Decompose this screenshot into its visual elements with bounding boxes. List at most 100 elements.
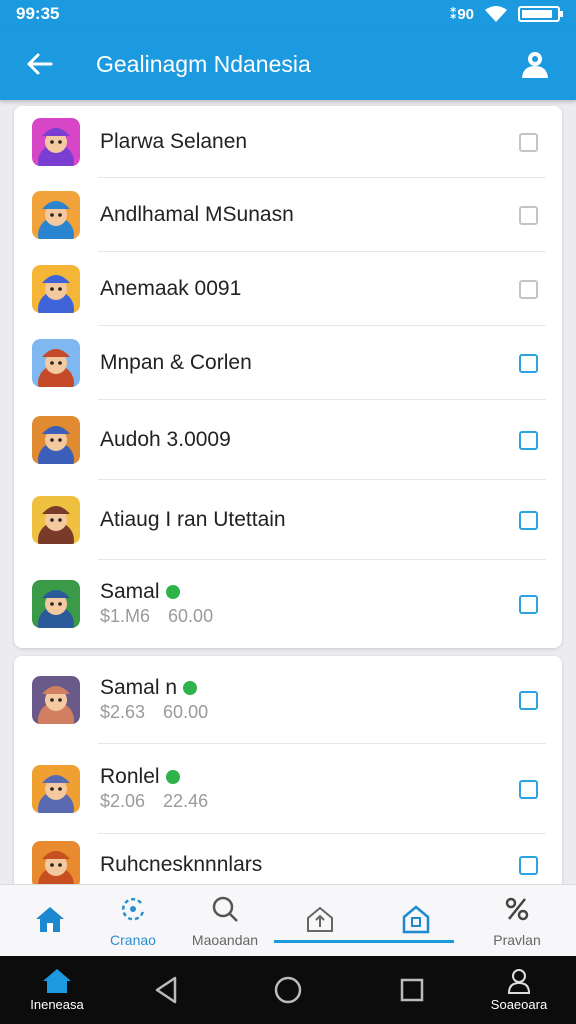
list-item-name-text: Audoh 3.0009 [100,428,231,451]
list-item-name-text: Samal [100,580,160,603]
game-thumbnail-icon [32,191,80,239]
nav-back-button[interactable] [146,956,186,1024]
list-item[interactable]: Ronlel $2.06 22.46 [14,744,562,834]
select-checkbox[interactable] [519,430,538,450]
list-item-name: Plarwa Selanen [100,130,502,154]
back-button[interactable] [24,49,54,79]
game-thumbnail-icon [32,841,80,889]
list-item-text: Samal $1.M6 60.00 [100,580,502,627]
price-secondary: 60.00 [163,702,209,722]
game-thumbnail-icon [32,580,80,628]
game-list-card-secondary: Samal n $2.63 60.00 Ronlel $2.06 22.46 Ruhcnes… [14,656,562,896]
game-thumbnail [32,118,80,166]
profile-button[interactable] [518,47,552,81]
verified-icon [165,585,180,600]
game-thumbnail-icon [32,339,80,387]
game-thumbnail-icon [32,265,80,313]
status-bar: 99:35 ⁑90 [0,0,576,28]
nav-recents-button[interactable] [392,956,432,1024]
upload-icon [305,905,335,938]
select-checkbox[interactable] [519,855,538,875]
app-bar: Gealinagm Ndanesia [0,28,576,100]
list-item-name-text: Atiaug I ran Utettain [100,508,286,531]
select-checkbox[interactable] [519,779,538,799]
verified-icon [183,681,198,696]
page-title: Gealinagm Ndanesia [96,50,311,77]
list-item-name-text: Andlhamal MSunasn [100,203,294,226]
home-icon [35,905,65,938]
battery-icon [518,6,563,22]
tab-search[interactable]: Maoandan [180,885,270,957]
list-item-name-text: Samal n [100,676,178,699]
list-item[interactable]: Andlhamal MSunasn [14,178,562,252]
game-list-card: Plarwa Selanen Andlhamal MSunasn Anemaak 0… [14,106,562,648]
price-value: $2.63 [100,702,146,722]
list-item[interactable]: Mnpan & Corlen [14,326,562,400]
game-thumbnail [32,841,80,889]
list-item-price: $2.06 22.46 [100,791,502,812]
verified-icon [165,770,180,785]
list-item-name-text: Mnpan & Corlen [100,351,252,374]
system-nav-bar: Ineneasa Soaeoara [0,956,576,1024]
nav-home-circle-button[interactable] [268,956,308,1024]
list-item[interactable]: Atiaug I ran Utettain [14,480,562,560]
game-thumbnail [32,265,80,313]
tab-label: Pravlan [493,931,541,948]
list-item-name: Mnpan & Corlen [100,351,502,375]
list-item-text: Ruhcnesknnnlars [100,853,502,877]
person-icon [507,969,531,994]
list-item[interactable]: Audoh 3.0009 [14,400,562,480]
status-icons: ⁑90 [449,5,563,23]
list-item-name: Ronlel [100,765,502,789]
tab-percent[interactable]: Pravlan [468,885,566,957]
game-thumbnail-icon [32,765,80,813]
list-item-text: Atiaug I ran Utettain [100,508,502,532]
wifi-icon [485,6,507,22]
select-checkbox[interactable] [519,205,538,225]
list-item[interactable]: Samal $1.M6 60.00 [14,560,562,648]
price-value: $1.M6 [100,606,151,626]
list-item-text: Andlhamal MSunasn [100,203,502,227]
list-item-price: $2.63 60.00 [100,702,502,723]
list-item-name: Ruhcnesknnnlars [100,853,502,877]
list-item-text: Mnpan & Corlen [100,351,502,375]
percent-icon [503,895,531,928]
select-checkbox[interactable] [519,510,538,530]
game-thumbnail-icon [32,676,80,724]
list-item-name-text: Plarwa Selanen [100,130,248,153]
arrow-left-icon [27,53,53,75]
home-icon [43,969,71,993]
nav-profile-button[interactable]: Soaeoara [480,956,558,1024]
list-item-price: $1.M6 60.00 [100,606,502,627]
price-secondary: 60.00 [168,606,214,626]
game-thumbnail [32,416,80,464]
square-recents-icon [400,978,424,1002]
list-item-text: Plarwa Selanen [100,130,502,154]
tab-label: Cranao [110,931,156,948]
tab-refresh[interactable]: Cranao [90,885,176,957]
game-thumbnail-icon [32,118,80,166]
list-item[interactable]: Plarwa Selanen [14,106,562,178]
signal-text: ⁑90 [449,6,474,23]
nav-home-label: Ineneasa [30,997,84,1012]
game-thumbnail [32,496,80,544]
select-checkbox[interactable] [519,594,538,614]
list-item-name-text: Ronlel [100,765,160,788]
tab-store[interactable] [376,885,456,957]
list-item[interactable]: Samal n $2.63 60.00 [14,656,562,744]
list-item-text: Ronlel $2.06 22.46 [100,765,502,812]
select-checkbox[interactable] [519,279,538,299]
select-checkbox[interactable] [519,690,538,710]
select-checkbox[interactable] [519,132,538,152]
list-item[interactable]: Anemaak 0091 [14,252,562,326]
price-secondary: 22.46 [163,791,209,811]
tab-home[interactable] [10,885,90,957]
list-item-name: Samal [100,580,502,604]
status-time: 99:35 [16,4,60,23]
select-checkbox[interactable] [519,353,538,373]
nav-home-button[interactable]: Ineneasa [20,956,94,1024]
list-item-name: Andlhamal MSunasn [100,203,502,227]
tab-label: Maoandan [191,931,259,948]
tab-upload[interactable] [280,885,360,957]
nav-profile-label: Soaeoara [490,997,548,1012]
